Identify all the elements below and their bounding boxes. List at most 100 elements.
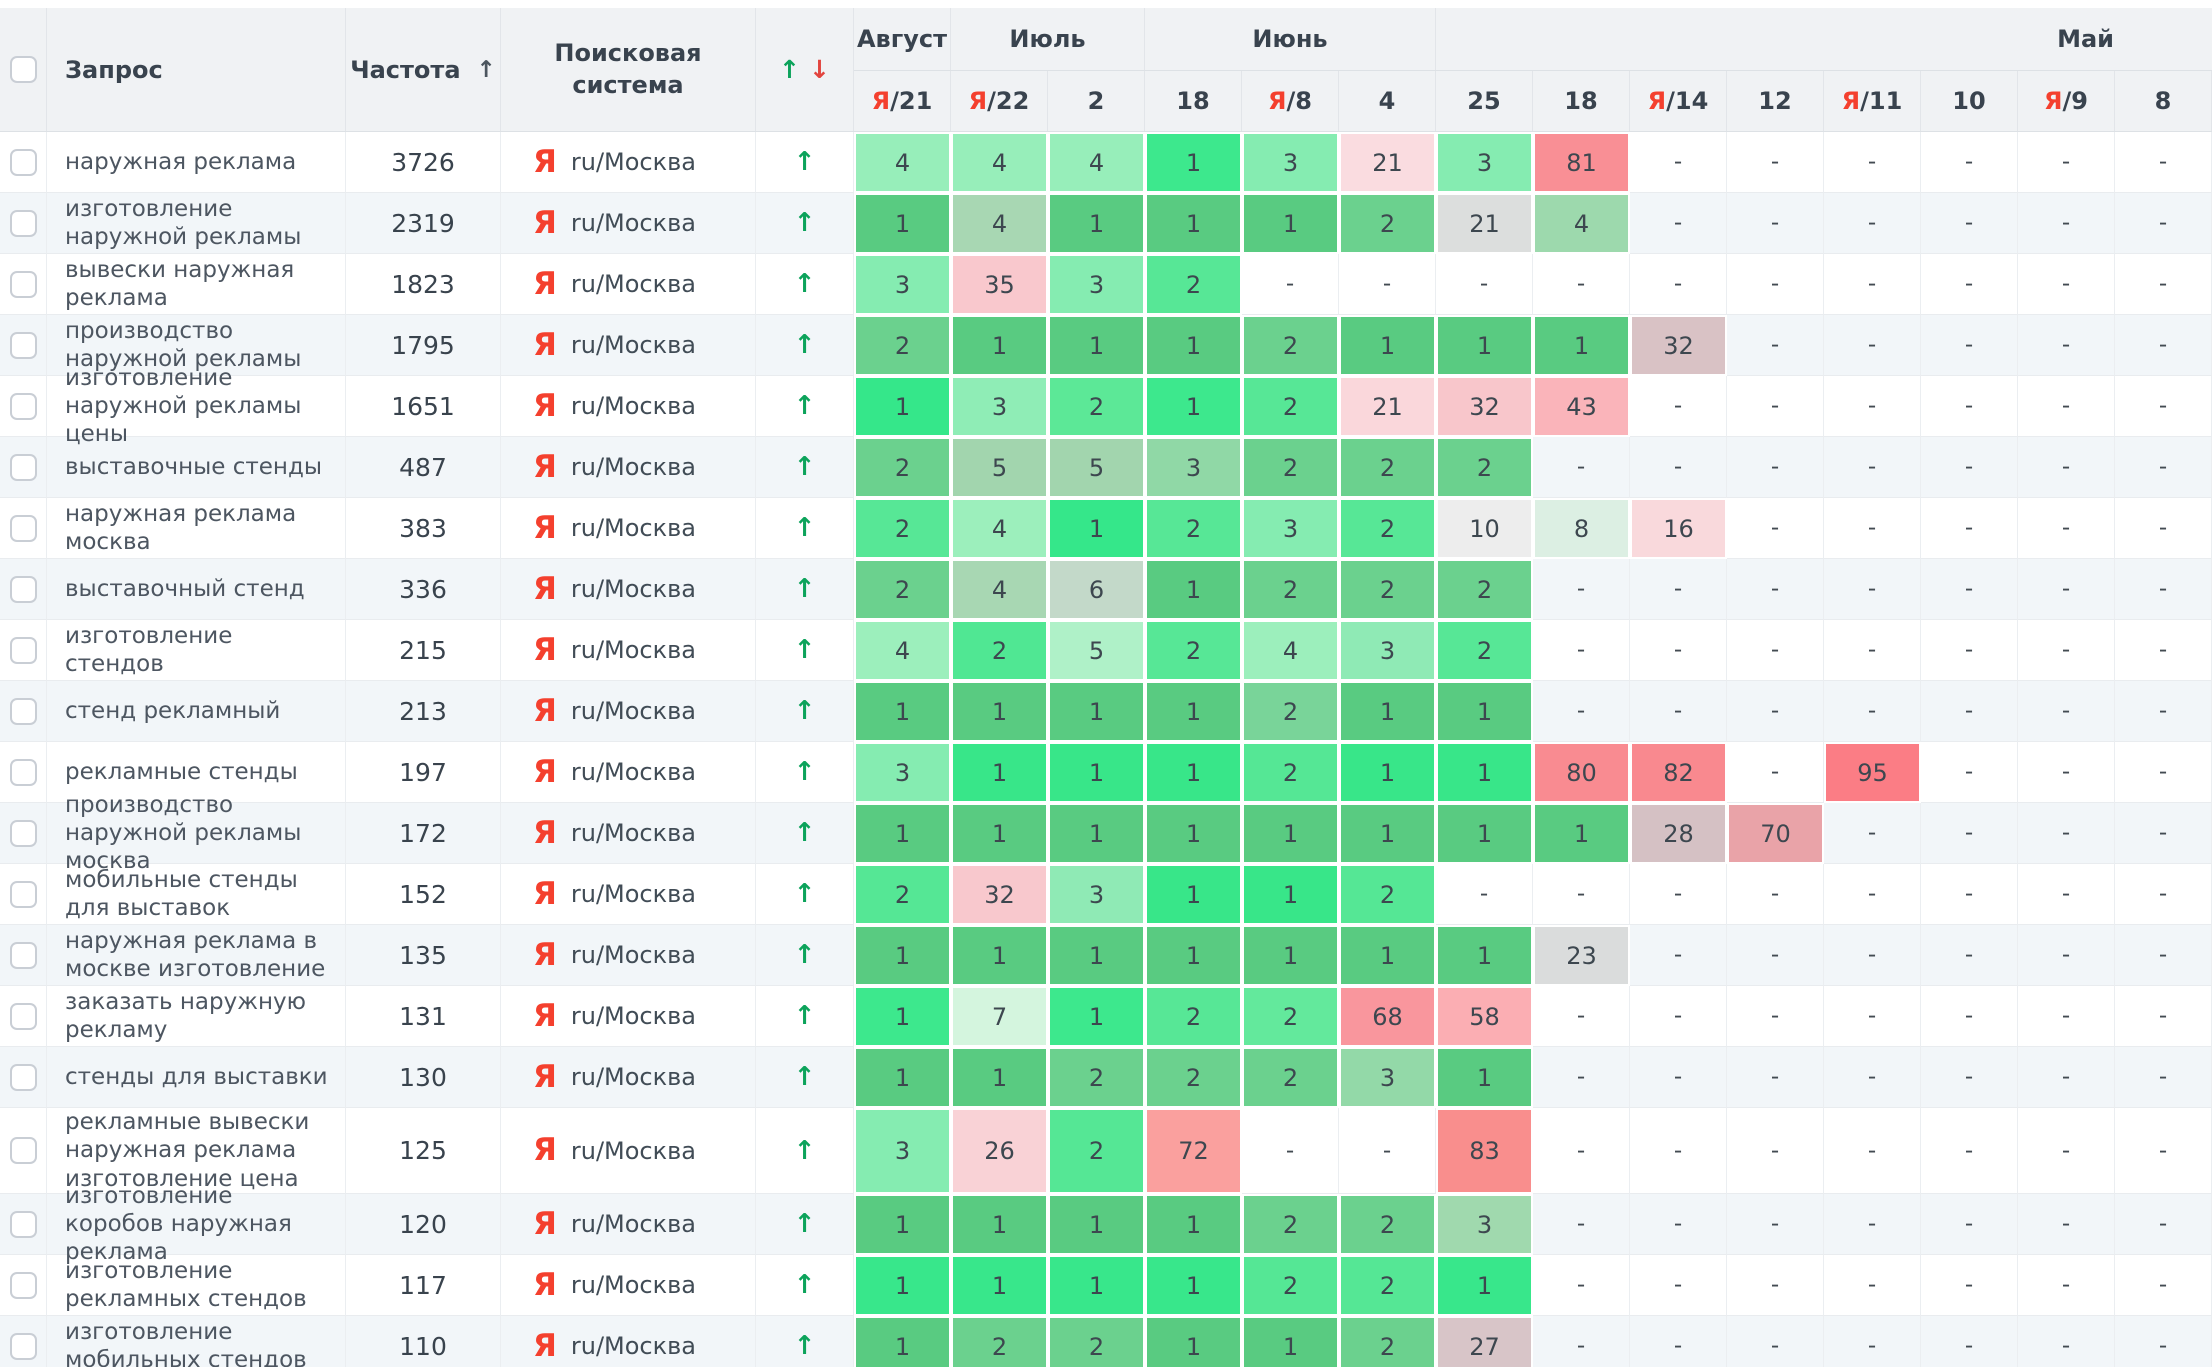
query-text[interactable]: производство наружной рекламы москва bbox=[65, 791, 331, 875]
row-checkbox[interactable] bbox=[10, 149, 37, 176]
no-position-dash: - bbox=[1674, 1333, 1682, 1359]
query-cell: изготовление мобильных стендов bbox=[47, 1316, 346, 1367]
position-cell: - bbox=[1242, 1108, 1339, 1194]
position-cell: 3 bbox=[854, 1108, 951, 1194]
row-checkbox[interactable] bbox=[10, 1211, 37, 1238]
date-column-header[interactable]: 10 bbox=[1921, 71, 2018, 131]
query-text[interactable]: изготовление наружной рекламы цены bbox=[65, 364, 331, 448]
position-cell: 1 bbox=[951, 315, 1048, 376]
no-position-dash: - bbox=[1577, 1003, 1585, 1029]
table-row: изготовление коробов наружная реклама120… bbox=[0, 1194, 2212, 1255]
position-cell: 1 bbox=[1145, 315, 1242, 376]
position-cell: 1 bbox=[1145, 1194, 1242, 1255]
position-cell: - bbox=[1630, 193, 1727, 254]
no-position-dash: - bbox=[1965, 1138, 1973, 1164]
month-group-header: Июнь bbox=[1145, 8, 1436, 70]
no-position-dash: - bbox=[2062, 1333, 2070, 1359]
position-cell: 1 bbox=[1145, 1316, 1242, 1367]
query-text[interactable]: стенды для выставки bbox=[65, 1063, 328, 1091]
query-text[interactable]: вывески наружная реклама bbox=[65, 256, 331, 312]
row-checkbox[interactable] bbox=[10, 454, 37, 481]
position-cell: - bbox=[2018, 925, 2115, 986]
date-label: 10 bbox=[1952, 87, 1985, 115]
query-text[interactable]: выставочный стенд bbox=[65, 575, 305, 603]
row-checkbox[interactable] bbox=[10, 515, 37, 542]
no-position-dash: - bbox=[2062, 454, 2070, 480]
query-text[interactable]: изготовление наружной рекламы bbox=[65, 195, 331, 251]
no-position-dash: - bbox=[1868, 1064, 1876, 1090]
query-text[interactable]: заказать наружную рекламу bbox=[65, 988, 331, 1044]
column-header-search-engine[interactable]: Поисковая система bbox=[501, 8, 756, 131]
date-column-header[interactable]: Я/21 bbox=[854, 71, 951, 131]
position-cell: 2 bbox=[1242, 986, 1339, 1047]
row-checkbox[interactable] bbox=[10, 576, 37, 603]
frequency-value: 172 bbox=[346, 803, 501, 864]
position-cell: - bbox=[2018, 864, 2115, 925]
query-text[interactable]: наружная реклама в москве изготовление bbox=[65, 927, 331, 983]
query-text[interactable]: изготовление рекламных стендов bbox=[65, 1257, 331, 1313]
date-column-header[interactable]: 8 bbox=[2115, 71, 2212, 131]
query-text[interactable]: стенд рекламный bbox=[65, 697, 280, 725]
column-header-trend[interactable]: ↑ ↓ bbox=[756, 8, 854, 131]
trend-up-icon: ↑ bbox=[779, 55, 800, 84]
date-column-header[interactable]: 4 bbox=[1339, 71, 1436, 131]
date-column-header[interactable]: 18 bbox=[1145, 71, 1242, 131]
query-text[interactable]: рекламные вывески наружная реклама изгот… bbox=[65, 1108, 331, 1192]
column-header-frequency[interactable]: Частота ↑ bbox=[346, 8, 501, 131]
query-text[interactable]: изготовление мобильных стендов bbox=[65, 1318, 331, 1367]
date-column-header[interactable]: Я/14 bbox=[1630, 71, 1727, 131]
no-position-dash: - bbox=[1674, 1064, 1682, 1090]
row-checkbox[interactable] bbox=[10, 1137, 37, 1164]
date-column-header[interactable]: 18 bbox=[1533, 71, 1630, 131]
row-checkbox[interactable] bbox=[10, 881, 37, 908]
search-engine-cell: Яru/Москва bbox=[501, 1255, 756, 1316]
date-column-header[interactable]: Я/8 bbox=[1242, 71, 1339, 131]
position-cell: 4 bbox=[854, 132, 951, 193]
select-all-checkbox[interactable] bbox=[10, 56, 37, 83]
no-position-dash: - bbox=[1577, 1138, 1585, 1164]
query-text[interactable]: изготовление коробов наружная реклама bbox=[65, 1182, 331, 1266]
position-cell: 4 bbox=[951, 132, 1048, 193]
position-cell: - bbox=[1533, 620, 1630, 681]
query-text[interactable]: наружная реклама москва bbox=[65, 500, 331, 556]
row-checkbox[interactable] bbox=[10, 1064, 37, 1091]
date-column-header[interactable]: Я/11 bbox=[1824, 71, 1921, 131]
query-text[interactable]: наружная реклама bbox=[65, 148, 296, 176]
date-column-header[interactable]: 2 bbox=[1048, 71, 1145, 131]
row-checkbox[interactable] bbox=[10, 698, 37, 725]
no-position-dash: - bbox=[1868, 1211, 1876, 1237]
table-row: производство наружной рекламы москва172Я… bbox=[0, 803, 2212, 864]
query-text[interactable]: рекламные стенды bbox=[65, 758, 298, 786]
row-checkbox[interactable] bbox=[10, 942, 37, 969]
position-cell: - bbox=[1921, 1316, 2018, 1367]
query-text[interactable]: изготовление стендов bbox=[65, 622, 331, 678]
no-position-dash: - bbox=[2159, 515, 2167, 541]
query-text[interactable]: выставочные стенды bbox=[65, 453, 322, 481]
row-checkbox[interactable] bbox=[10, 1272, 37, 1299]
no-position-dash: - bbox=[1965, 1064, 1973, 1090]
date-column-header[interactable]: Я/9 bbox=[2018, 71, 2115, 131]
row-checkbox[interactable] bbox=[10, 1003, 37, 1030]
column-header-query[interactable]: Запрос bbox=[47, 8, 346, 131]
date-column-header[interactable]: 12 bbox=[1727, 71, 1824, 131]
row-checkbox[interactable] bbox=[10, 271, 37, 298]
month-group-header: Август bbox=[854, 8, 951, 70]
row-checkbox[interactable] bbox=[10, 332, 37, 359]
row-checkbox[interactable] bbox=[10, 637, 37, 664]
row-checkbox[interactable] bbox=[10, 1333, 37, 1360]
query-text[interactable]: мобильные стенды для выставок bbox=[65, 866, 331, 922]
no-position-dash: - bbox=[1965, 515, 1973, 541]
position-cell: 1 bbox=[1436, 925, 1533, 986]
date-column-header[interactable]: 25 bbox=[1436, 71, 1533, 131]
date-column-header[interactable]: Я/22 bbox=[951, 71, 1048, 131]
table-row: мобильные стенды для выставок152Яru/Моск… bbox=[0, 864, 2212, 925]
date-label: 18 bbox=[1176, 87, 1209, 115]
position-cell: - bbox=[2018, 1108, 2115, 1194]
row-checkbox[interactable] bbox=[10, 393, 37, 420]
row-checkbox[interactable] bbox=[10, 820, 37, 847]
region-label: ru/Москва bbox=[571, 1063, 696, 1091]
row-checkbox[interactable] bbox=[10, 759, 37, 786]
position-cell: - bbox=[2115, 742, 2212, 803]
date-label: /14 bbox=[1666, 87, 1708, 115]
row-checkbox[interactable] bbox=[10, 210, 37, 237]
